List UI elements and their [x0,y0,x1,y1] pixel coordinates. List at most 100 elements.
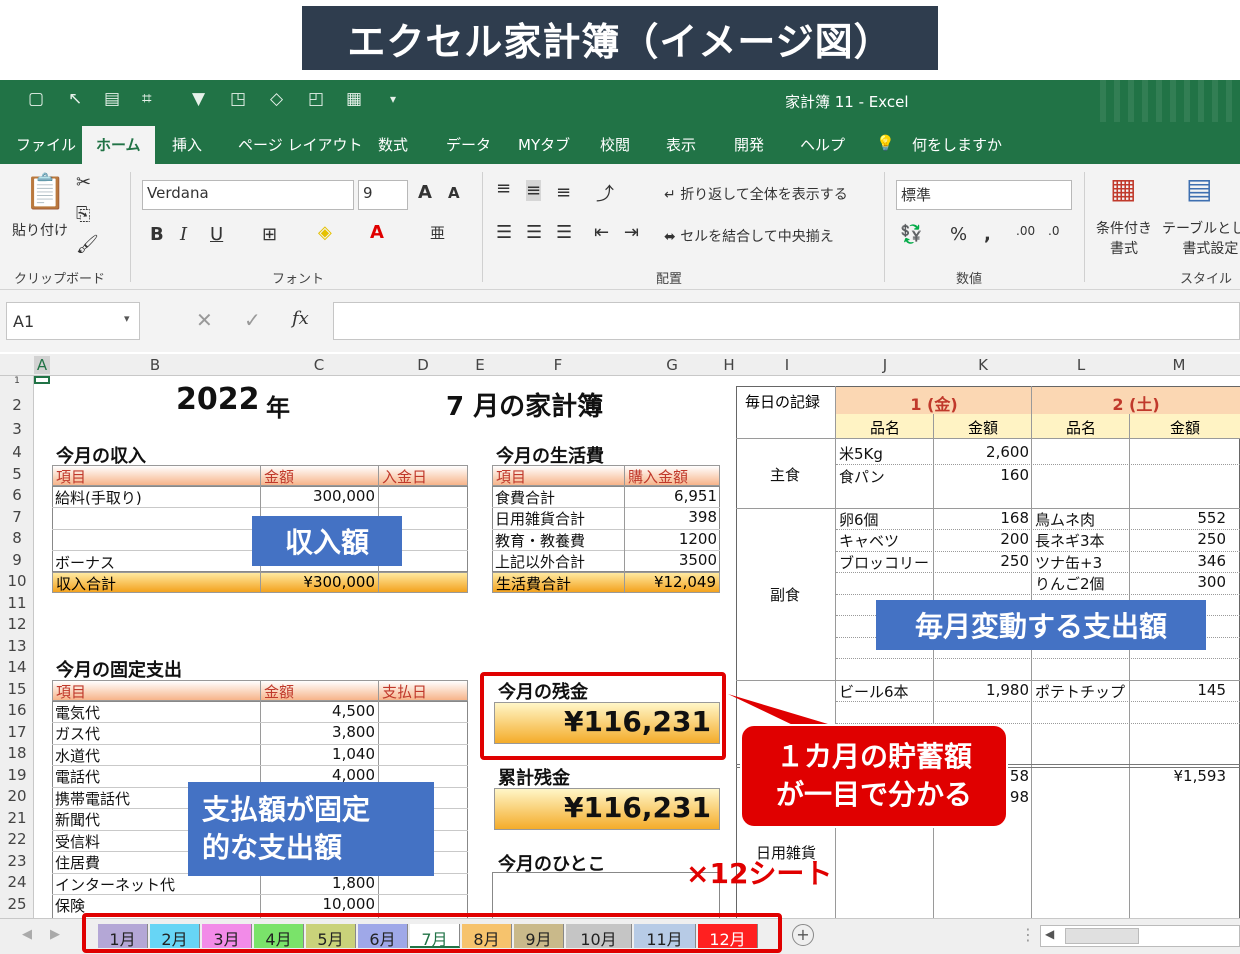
save-icon[interactable]: ▢ [28,89,44,109]
living-amount[interactable]: 3500 [624,551,717,569]
income-total-value[interactable]: ¥300,000 [260,572,379,593]
comment-icon[interactable]: ◳ [230,89,246,109]
living-item[interactable]: 食費合計 [495,487,555,508]
comma-icon[interactable]: , [984,224,991,245]
font-color-icon[interactable]: A [370,222,384,243]
day1-item[interactable]: キャベツ [839,530,899,551]
freeze-panes-icon[interactable]: ▦ [346,89,362,109]
day2-total[interactable]: ¥1,593 [1130,767,1227,785]
splitter-icon[interactable]: ⋮ [1020,925,1036,944]
fixed-item[interactable]: 水道代 [55,745,100,766]
tab-help[interactable]: ヘルプ [800,134,845,155]
day2-item[interactable]: 長ネギ3本 [1035,530,1105,551]
bold-icon[interactable]: B [150,224,164,245]
format-painter-brush-icon[interactable]: 🖌 [76,234,99,255]
tab-developer[interactable]: 開発 [734,134,764,155]
row-header[interactable]: 22 [0,830,34,848]
tab-page-layout[interactable]: ページ レイアウト [238,134,362,155]
align-middle-icon[interactable]: ≡ [526,180,542,201]
align-left-icon[interactable]: ☰ [496,222,512,243]
horizontal-scrollbar[interactable]: ◀ [1040,925,1240,947]
income-amount[interactable]: 300,000 [260,487,375,505]
column-header[interactable]: I [738,356,836,374]
income-item[interactable]: ボーナス [55,552,115,573]
row-header[interactable]: 5 [0,465,34,483]
font-name-select[interactable]: Verdana [142,180,354,210]
column-header[interactable]: F [492,356,624,374]
year-value[interactable]: 2022 [176,382,260,417]
tab-insert[interactable]: 挿入 [172,134,202,155]
fixed-item[interactable]: 新聞代 [55,809,100,830]
fixed-item[interactable]: 受信料 [55,831,100,852]
day2-item[interactable]: 鳥ムネ肉 [1035,509,1095,530]
number-format-select[interactable]: 標準 [896,180,1072,210]
day2-amount[interactable]: 552 [1130,509,1226,527]
day2-amount[interactable]: 145 [1130,681,1226,699]
align-center-icon[interactable]: ☰ [526,222,542,243]
row-header[interactable]: 19 [0,766,34,784]
name-box[interactable]: A1 [6,302,140,340]
living-amount[interactable]: 6,951 [624,487,717,505]
italic-icon[interactable]: I [180,224,187,245]
decrease-decimal-icon[interactable]: .0 [1048,224,1059,238]
clipboard-icon[interactable]: ◰ [308,89,324,109]
selected-cell-a1[interactable] [34,376,50,384]
living-amount[interactable]: 398 [624,508,717,526]
row-header[interactable]: 16 [0,701,34,719]
day2-item[interactable]: ポテトチップ [1035,681,1125,702]
underline-icon[interactable]: U [210,224,223,245]
print-preview-icon[interactable]: ▤ [104,89,120,109]
cut-icon[interactable]: ✂ [76,172,91,193]
fixed-item[interactable]: 電話代 [55,766,100,787]
name-box-dropdown-icon[interactable]: ▾ [124,312,130,325]
copy-icon[interactable]: ⎘ [76,204,90,225]
add-sheet-button[interactable]: + [792,924,814,946]
table-format-icon[interactable]: ▤ [1186,172,1212,205]
day1-amount[interactable]: 2,600 [934,443,1029,461]
conditional-format-label[interactable]: 条件付き 書式 [1096,218,1152,258]
day2-amount[interactable]: 250 [1130,530,1226,548]
row-header[interactable]: 25 [0,895,34,913]
day1-amount[interactable]: 160 [934,466,1029,484]
row-header[interactable]: 6 [0,486,34,504]
day2-amount[interactable]: 346 [1130,552,1226,570]
column-header[interactable]: E [468,356,492,374]
row-header[interactable]: 11 [0,594,34,612]
increase-decimal-icon[interactable]: .00 [1016,224,1035,238]
column-header[interactable]: H [720,356,738,374]
percent-icon[interactable]: % [950,224,967,245]
fixed-amount[interactable]: 3,800 [260,723,375,741]
row-header[interactable]: 9 [0,551,34,569]
fixed-amount[interactable]: 1,800 [260,874,375,892]
border-icon[interactable]: ⊞ [262,224,277,245]
row-header[interactable]: 20 [0,787,34,805]
row-header[interactable]: 4 [0,443,34,461]
column-header[interactable]: A [34,356,50,374]
font-grow-icon[interactable]: A [418,182,432,203]
row-header[interactable]: 13 [0,637,34,655]
fixed-amount[interactable]: 1,040 [260,745,375,763]
row-header[interactable]: 8 [0,529,34,547]
row-header[interactable]: 24 [0,873,34,891]
row-header[interactable]: 15 [0,680,34,698]
day1-amount[interactable]: 250 [934,552,1029,570]
cancel-icon[interactable]: ✕ [196,308,213,332]
income-item[interactable]: 給料(手取り) [55,487,142,508]
row-header[interactable]: 10 [0,572,34,590]
fixed-amount[interactable]: 4,500 [260,702,375,720]
scrollbar-thumb[interactable] [1065,928,1139,944]
formula-input[interactable] [333,302,1240,340]
living-item[interactable]: 日用雑貨合計 [495,508,585,529]
row-header[interactable]: 17 [0,723,34,741]
align-right-icon[interactable]: ☰ [556,222,572,243]
day2-item[interactable]: ツナ缶+3 [1035,552,1102,573]
table-format-label[interactable]: テーブルとして 書式設定 [1162,218,1240,258]
insert-function-icon[interactable]: fx [292,308,309,329]
row-header[interactable]: 1 [0,376,34,386]
row-header[interactable]: 7 [0,508,34,526]
currency-icon[interactable]: 💱 [900,224,922,245]
decrease-indent-icon[interactable]: ⇤ [594,222,609,243]
row-header[interactable]: 21 [0,809,34,827]
tab-review[interactable]: 校閲 [600,134,630,155]
enter-icon[interactable]: ✓ [244,308,261,332]
